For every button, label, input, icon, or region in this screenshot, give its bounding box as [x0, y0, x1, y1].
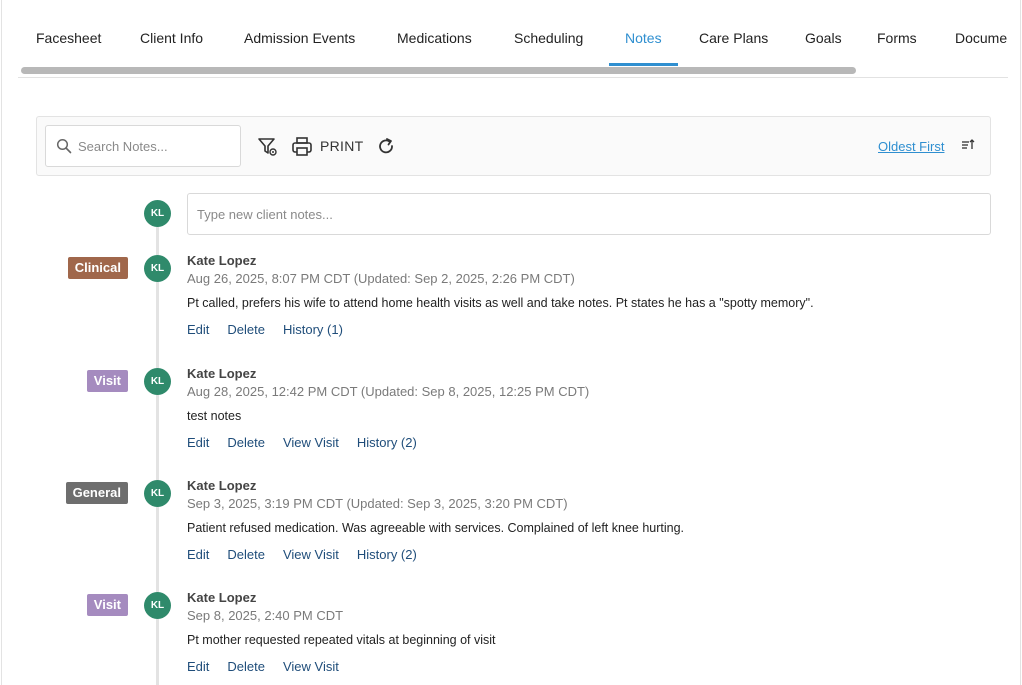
- note-actions: Edit Delete History (1): [187, 322, 361, 337]
- search-input[interactable]: [78, 126, 238, 166]
- note-action-edit-link[interactable]: Edit: [187, 547, 209, 562]
- note-author: Kate Lopez: [187, 478, 257, 493]
- note-text: Patient refused medication. Was agreeabl…: [187, 521, 685, 535]
- tab-scheduling[interactable]: Scheduling: [498, 0, 599, 66]
- note-action-history-link[interactable]: History (2): [357, 435, 417, 450]
- tab-bar: Facesheet Client Info Admission Events Medi…: [18, 0, 1008, 78]
- tab-docume[interactable]: Docume: [939, 0, 1008, 66]
- note-text: Pt called, prefers his wife to attend ho…: [187, 296, 814, 310]
- tab-care-plans[interactable]: Care Plans: [683, 0, 784, 66]
- sort-order-link[interactable]: Oldest First: [878, 139, 944, 154]
- avatar: KL: [144, 368, 171, 395]
- note-action-history-link[interactable]: History (2): [357, 547, 417, 562]
- note-action-view-visit-link[interactable]: View Visit: [283, 659, 339, 674]
- print-button[interactable]: PRINT: [320, 138, 364, 154]
- filter-settings-icon[interactable]: [257, 136, 279, 158]
- note-action-edit-link[interactable]: Edit: [187, 322, 209, 337]
- note-action-delete-link[interactable]: Delete: [227, 659, 265, 674]
- avatar: KL: [144, 255, 171, 282]
- note-item: General KL Kate Lopez Sep 3, 2025, 3:19 PM …: [2, 478, 1002, 580]
- note-category-badge: General: [65, 482, 128, 504]
- note-category-badge: Clinical: [67, 257, 128, 279]
- printer-icon[interactable]: [291, 136, 313, 158]
- note-timestamp: Sep 8, 2025, 2:40 PM CDT: [187, 608, 344, 623]
- note-text: test notes: [187, 409, 242, 423]
- note-action-edit-link[interactable]: Edit: [187, 435, 209, 450]
- tab-notes[interactable]: Notes: [609, 0, 678, 66]
- note-action-delete-link[interactable]: Delete: [227, 435, 265, 450]
- note-category-badge: Visit: [86, 370, 128, 392]
- note-item: Clinical KL Kate Lopez Aug 26, 2025, 8:07 P…: [2, 253, 1002, 355]
- search-box[interactable]: [45, 125, 241, 167]
- note-timestamp: Aug 28, 2025, 12:42 PM CDT (Updated: Sep…: [187, 384, 590, 399]
- refresh-icon[interactable]: [375, 136, 397, 158]
- note-category-badge: Visit: [86, 594, 128, 616]
- note-author: Kate Lopez: [187, 253, 257, 268]
- avatar: KL: [144, 592, 171, 619]
- note-timestamp: Aug 26, 2025, 8:07 PM CDT (Updated: Sep …: [187, 271, 575, 286]
- note-action-edit-link[interactable]: Edit: [187, 659, 209, 674]
- avatar: KL: [144, 200, 171, 227]
- note-action-delete-link[interactable]: Delete: [227, 547, 265, 562]
- note-actions: Edit Delete View Visit History (2): [187, 435, 435, 450]
- note-text: Pt mother requested repeated vitals at b…: [187, 633, 496, 647]
- note-action-delete-link[interactable]: Delete: [227, 322, 265, 337]
- tab-forms[interactable]: Forms: [861, 0, 933, 66]
- note-item: Visit KL Kate Lopez Sep 8, 2025, 2:40 PM CD…: [2, 590, 1002, 685]
- note-actions: Edit Delete View Visit History (2): [187, 547, 435, 562]
- notes-toolbar: PRINT Oldest First: [36, 116, 991, 176]
- new-note-box[interactable]: [187, 193, 991, 235]
- sort-ascending-icon[interactable]: [961, 138, 975, 152]
- note-action-view-visit-link[interactable]: View Visit: [283, 435, 339, 450]
- search-icon: [56, 138, 72, 154]
- note-item: Visit KL Kate Lopez Aug 28, 2025, 12:42 PM …: [2, 366, 1002, 468]
- note-action-history-link[interactable]: History (1): [283, 322, 343, 337]
- tab-scrollbar[interactable]: [21, 67, 856, 74]
- note-author: Kate Lopez: [187, 366, 257, 381]
- new-note-input[interactable]: [188, 194, 990, 234]
- tab-goals[interactable]: Goals: [789, 0, 858, 66]
- tab-medications[interactable]: Medications: [381, 0, 488, 66]
- note-timestamp: Sep 3, 2025, 3:19 PM CDT (Updated: Sep 3…: [187, 496, 568, 511]
- tab-admission-events[interactable]: Admission Events: [228, 0, 371, 66]
- note-author: Kate Lopez: [187, 590, 257, 605]
- note-actions: Edit Delete View Visit: [187, 659, 357, 674]
- tab-client-info[interactable]: Client Info: [124, 0, 219, 66]
- avatar: KL: [144, 480, 171, 507]
- notes-panel: Facesheet Client Info Admission Events Medi…: [1, 0, 1021, 685]
- note-action-view-visit-link[interactable]: View Visit: [283, 547, 339, 562]
- tab-facesheet[interactable]: Facesheet: [20, 0, 117, 66]
